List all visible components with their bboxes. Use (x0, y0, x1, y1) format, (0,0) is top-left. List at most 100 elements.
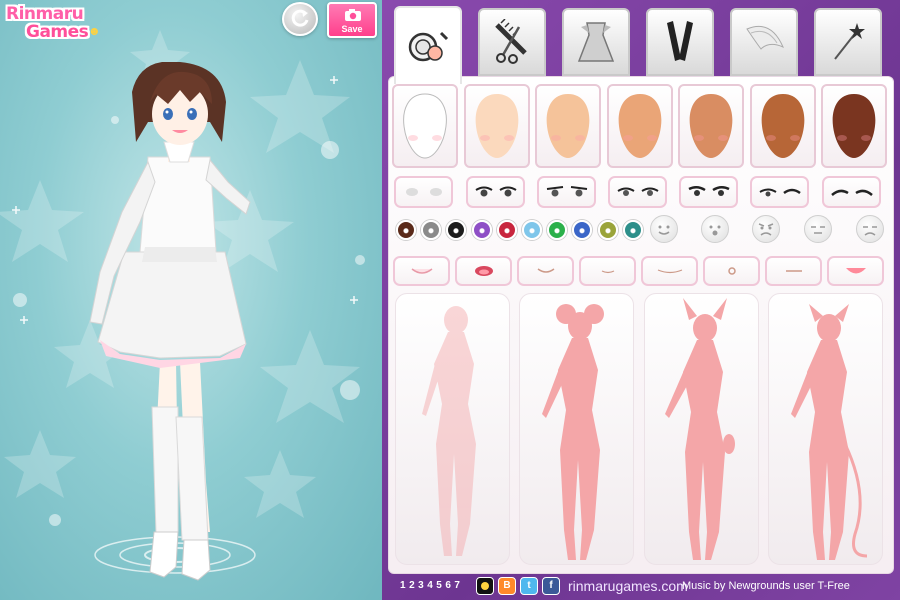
face-glyph (709, 225, 721, 236)
save-label: Save (341, 24, 363, 34)
dress-icon (577, 22, 615, 62)
eye-color-swatch-9[interactable] (597, 220, 618, 240)
eye-style-1[interactable] (394, 176, 453, 208)
mouth-icon (411, 268, 432, 274)
body-type-human[interactable] (395, 293, 510, 565)
footer-bar: 1234567 B t f rinmarugames.com Music by … (382, 574, 900, 600)
page-number-6[interactable]: 6 (445, 580, 451, 591)
surprised-face-icon[interactable] (701, 215, 729, 243)
save-button[interactable]: Save (327, 2, 377, 38)
character-stage: Rinmaru Games ☻ Save (0, 0, 382, 600)
tab-wings[interactable] (730, 8, 798, 76)
angry-face-icon[interactable] (752, 215, 780, 243)
eye-color-swatch-4[interactable] (471, 220, 492, 240)
body-type-horns[interactable] (644, 293, 759, 565)
wand-icon (834, 23, 865, 60)
reset-button[interactable] (282, 2, 318, 36)
rinmaru-logo[interactable]: Rinmaru Games ☻ (4, 4, 104, 44)
camera-icon (345, 9, 361, 21)
cat-tail-silhouette (791, 304, 868, 560)
mouth-style-3[interactable] (517, 256, 574, 286)
music-icon (481, 582, 489, 590)
mouth-icon (601, 270, 614, 274)
eye-style-5[interactable] (679, 176, 738, 208)
music-toggle-button[interactable] (476, 577, 494, 595)
eye-color-swatch-6[interactable] (522, 220, 542, 240)
page-number-7[interactable]: 7 (454, 580, 460, 591)
eye-style-7[interactable] (822, 176, 881, 208)
mouth-style-1[interactable] (393, 256, 450, 286)
facebook-icon: f (549, 580, 553, 591)
eye-style-2[interactable] (466, 176, 525, 208)
wing-icon (746, 25, 784, 50)
skin-tone-1[interactable] (392, 84, 458, 168)
page-number-3[interactable]: 3 (418, 580, 424, 591)
tab-hair[interactable] (478, 8, 546, 76)
tab-wand[interactable] (814, 8, 882, 76)
head-shape-icon (546, 94, 590, 158)
logo-smile-icon: ☻ (88, 24, 101, 38)
mouse-ears-silhouette (542, 304, 604, 560)
logo-line1: Rinmaru (6, 4, 84, 24)
skin-tone-6[interactable] (749, 84, 816, 168)
facebook-button[interactable]: f (542, 577, 560, 595)
blogger-icon: B (503, 580, 511, 591)
eye-color-swatch-5[interactable] (496, 220, 517, 240)
page-number-2[interactable]: 2 (409, 580, 415, 591)
twitter-icon: t (527, 580, 531, 591)
head-shape-icon (689, 94, 733, 158)
mouth-icon (785, 270, 802, 272)
eye-style-icon (616, 187, 659, 196)
page-number-4[interactable]: 4 (427, 580, 433, 591)
head-shape-icon (832, 94, 876, 158)
skin-tone-4[interactable] (606, 84, 673, 168)
eye-style-icon (546, 186, 587, 197)
eye-color-swatch-10[interactable] (622, 220, 643, 240)
mouth-icon (727, 267, 736, 275)
mouth-style-4[interactable] (579, 256, 636, 286)
smile-face-icon[interactable] (650, 215, 678, 243)
blogger-button[interactable]: B (498, 577, 516, 595)
mouth-style-7[interactable] (765, 256, 822, 286)
eye-style-6[interactable] (750, 176, 809, 208)
body-type-cat-tail[interactable] (768, 293, 883, 565)
reset-icon (291, 9, 309, 27)
eye-style-4[interactable] (608, 176, 667, 208)
eye-style-icon (830, 189, 873, 196)
skin-tone-7[interactable] (821, 84, 887, 168)
tab-makeup[interactable] (394, 6, 462, 84)
face-glyph (863, 226, 877, 236)
page-number-1[interactable]: 1 (400, 580, 406, 591)
site-link[interactable]: rinmarugames.com (568, 578, 688, 594)
face-glyph (811, 226, 825, 234)
makeup-compact-icon (408, 31, 449, 62)
head-shape-icon (475, 94, 518, 158)
mouth-style-2[interactable] (455, 256, 512, 286)
body-type-mouse-ears[interactable] (519, 293, 634, 565)
mouth-style-6[interactable] (703, 256, 760, 286)
character-figure (89, 62, 251, 581)
head-shape-icon (403, 93, 447, 159)
tab-dress[interactable] (562, 8, 630, 76)
music-credit: Music by Newgrounds user T-Free (682, 580, 850, 592)
category-tabs (394, 6, 894, 84)
skin-tone-5[interactable] (678, 84, 744, 168)
skin-tone-3[interactable] (535, 84, 601, 168)
face-glyph (758, 223, 774, 236)
eye-style-icon (474, 186, 517, 197)
mouth-style-5[interactable] (641, 256, 698, 286)
twitter-button[interactable]: t (520, 577, 538, 595)
eye-style-3[interactable] (537, 176, 596, 208)
mouth-icon (474, 266, 493, 276)
eye-color-swatch-1[interactable] (396, 220, 416, 240)
sad-face-icon[interactable] (856, 215, 884, 243)
eye-style-icon (405, 188, 442, 196)
page-numbers: 1234567 (400, 580, 460, 591)
neutral-face-icon[interactable] (804, 215, 832, 243)
mouth-icon (845, 268, 866, 274)
comb-scissors-icon (495, 19, 527, 64)
mouth-style-8[interactable] (827, 256, 884, 286)
page-number-5[interactable]: 5 (436, 580, 442, 591)
tab-accessories[interactable] (646, 8, 714, 76)
skin-tone-2[interactable] (463, 84, 530, 168)
